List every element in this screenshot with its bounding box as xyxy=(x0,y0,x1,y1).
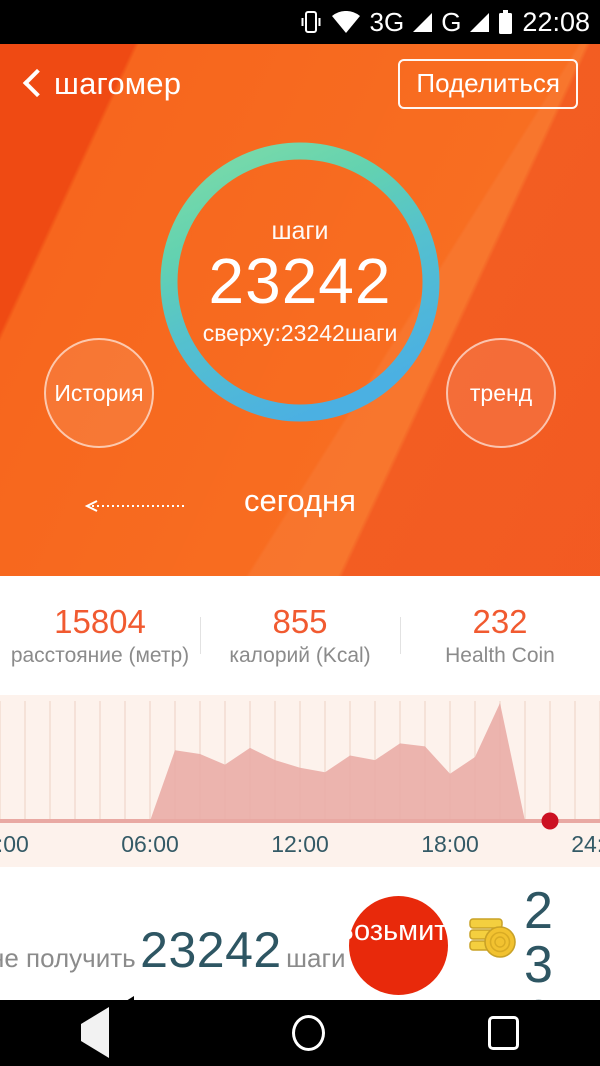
ring-subtitle: сверху:23242шаги xyxy=(202,319,398,346)
chart-canvas xyxy=(0,701,600,830)
app-header: шагомер Поделиться xyxy=(0,44,600,124)
signal-bars-3g-icon xyxy=(413,12,433,32)
page-title: шагомер xyxy=(54,66,182,101)
stat-distance: 15804 расстояние (метр) xyxy=(0,603,200,669)
network-g-label: G xyxy=(441,7,462,37)
coin-stack-icon xyxy=(467,912,523,960)
date-navigation: сегодня xyxy=(0,469,600,539)
claim-amount: 23242 xyxy=(140,922,282,978)
hero-panel: шагомер Поделиться шаги 23242 сверху:232… xyxy=(0,44,600,576)
vibrate-icon xyxy=(300,9,322,35)
ring-step-count: 23242 xyxy=(208,245,392,318)
stat-health-coin: 232 Health Coin xyxy=(400,603,600,669)
stat-calories: 855 калорий (Kcal) xyxy=(200,603,400,669)
chart-x-axis: 00:00 06:00 12:00 18:00 24:00 xyxy=(0,831,600,861)
stats-strip: 15804 расстояние (метр) 855 калорий (Kca… xyxy=(0,576,600,695)
history-button[interactable]: История xyxy=(44,338,154,448)
signal-bars-g-icon xyxy=(470,12,490,32)
chart-x-tick: 06:00 xyxy=(121,831,179,857)
history-button-label: История xyxy=(54,379,144,406)
chart-x-tick: 12:00 xyxy=(271,831,329,857)
stat-value: 232 xyxy=(472,602,528,640)
chart-x-tick: 24:00 xyxy=(571,831,600,857)
share-button[interactable]: Поделиться xyxy=(398,59,578,109)
nav-recents-icon[interactable] xyxy=(487,1016,519,1050)
claim-text: не получить 23242 шаги xyxy=(0,921,346,979)
status-bar-clock: 22:08 xyxy=(522,6,590,37)
status-bar: 3G G 22:08 xyxy=(0,0,600,44)
nav-home-icon[interactable] xyxy=(292,1015,326,1051)
phone-screen: 3G G 22:08 шагомер Поделиться шаги 23242… xyxy=(0,0,600,1066)
ring-label: шаги xyxy=(271,217,329,246)
take-button-label: Возьмите xyxy=(334,915,464,947)
network-3g-label: 3G xyxy=(369,7,405,37)
hourly-steps-chart: 00:00 06:00 12:00 18:00 24:00 xyxy=(0,695,600,867)
trend-button-label: тренд xyxy=(469,379,533,406)
ring-center-content: шаги 23242 сверху:23242шаги xyxy=(155,137,445,427)
chart-x-tick: 18:00 xyxy=(421,831,479,857)
battery-icon xyxy=(498,9,513,35)
android-nav-bar xyxy=(0,996,600,1066)
wifi-icon xyxy=(331,10,361,34)
stat-value: 15804 xyxy=(54,602,146,640)
stat-value: 855 xyxy=(272,602,328,640)
current-date-label: сегодня xyxy=(244,483,356,518)
stat-label: калорий (Kcal) xyxy=(229,644,371,668)
nav-back-icon[interactable] xyxy=(81,996,135,1058)
back-chevron-icon[interactable] xyxy=(22,67,44,101)
trend-button[interactable]: тренд xyxy=(446,338,556,448)
chart-x-tick: 00:00 xyxy=(0,831,29,857)
claim-prefix: не получить xyxy=(0,943,136,973)
steps-progress-ring: шаги 23242 сверху:23242шаги xyxy=(155,137,445,427)
stat-label: расстояние (метр) xyxy=(10,644,190,668)
stat-label: Health Coin xyxy=(445,644,555,668)
claim-suffix: шаги xyxy=(286,943,346,973)
